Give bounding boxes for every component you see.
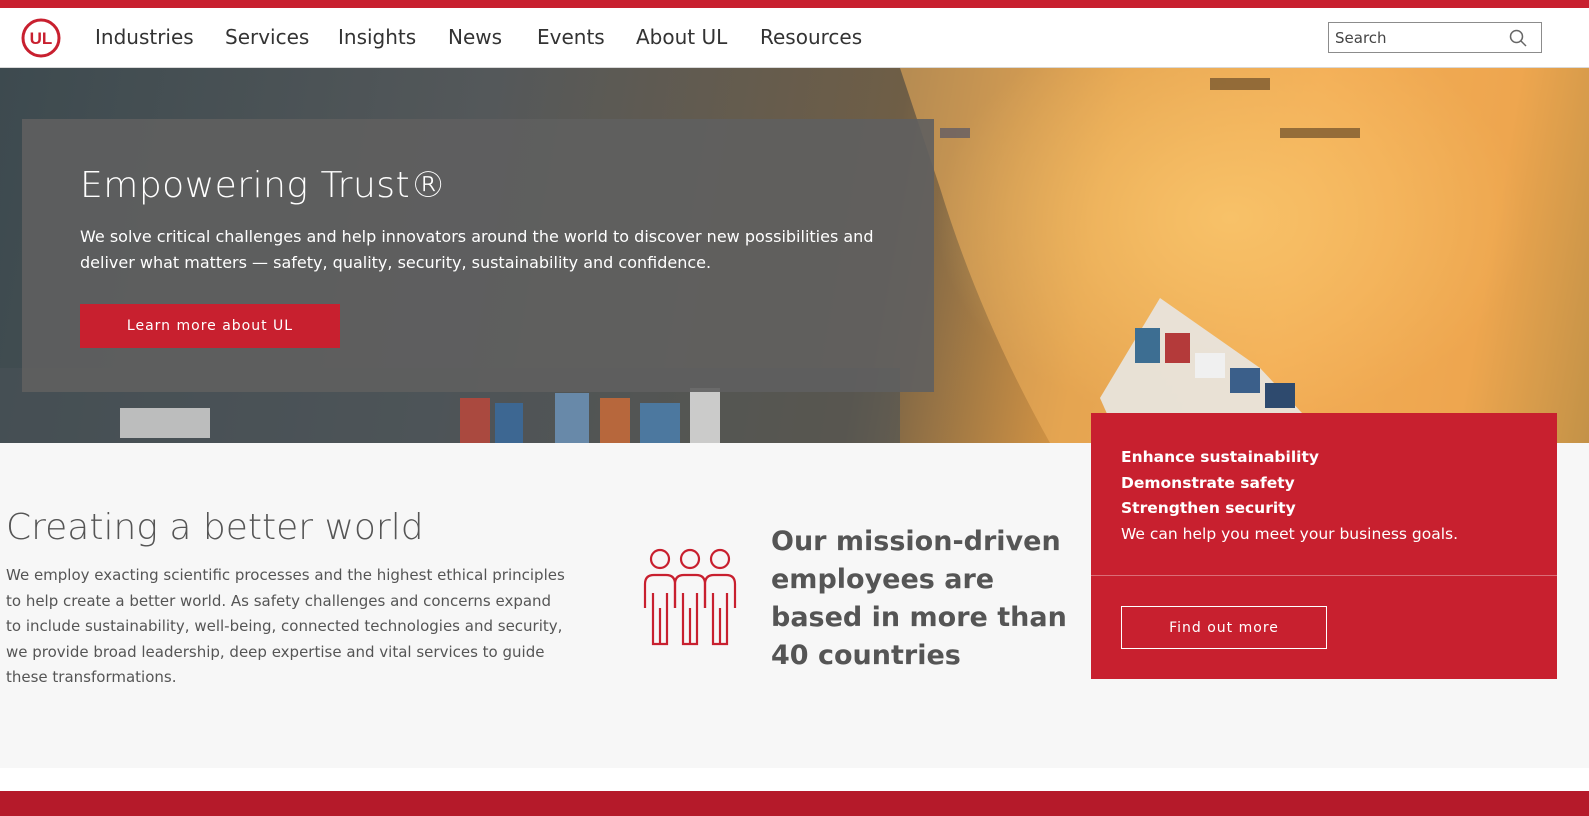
search-input[interactable]: [1329, 23, 1505, 52]
search-icon[interactable]: [1509, 29, 1527, 47]
learn-more-button[interactable]: Learn more about UL: [80, 304, 340, 348]
cta-divider: [1091, 575, 1557, 576]
find-out-more-button[interactable]: Find out more: [1121, 606, 1327, 649]
logo-text: UL: [30, 29, 53, 48]
cta-list: Enhance sustainability Demonstrate safet…: [1121, 445, 1541, 547]
nav-item-services[interactable]: Services: [225, 25, 309, 49]
section-description: We employ exacting scientific processes …: [6, 566, 565, 686]
site-header: UL Industries Services Insights News Eve…: [0, 8, 1589, 68]
people-icon: [643, 548, 737, 646]
nav-item-insights[interactable]: Insights: [338, 25, 416, 49]
top-accent-bar: [0, 0, 1589, 8]
nav-item-industries[interactable]: Industries: [95, 25, 194, 49]
section-title: Creating a better world: [6, 507, 424, 548]
nav-item-about-ul[interactable]: About UL: [636, 25, 727, 49]
hero-banner: Empowering Trust® We solve critical chal…: [0, 68, 1589, 443]
search-box: [1328, 22, 1542, 53]
nav-item-resources[interactable]: Resources: [760, 25, 862, 49]
hero-panel: Empowering Trust® We solve critical chal…: [22, 119, 934, 392]
hero-title: Empowering Trust®: [80, 165, 447, 206]
cta-line-goals: We can help you meet your business goals…: [1121, 524, 1459, 543]
nav-item-news[interactable]: News: [448, 25, 502, 49]
business-goals-card: Enhance sustainability Demonstrate safet…: [1091, 413, 1557, 679]
mission-statement: Our mission-driven employees are based i…: [771, 526, 1067, 671]
nav-item-events[interactable]: Events: [537, 25, 605, 49]
ul-logo[interactable]: UL: [21, 18, 61, 58]
cta-line-security: Strengthen security: [1121, 499, 1296, 517]
hero-description: We solve critical challenges and help in…: [80, 227, 874, 272]
cta-line-safety: Demonstrate safety: [1121, 473, 1295, 492]
footer-accent-bar: [0, 791, 1589, 816]
cta-line-sustainability: Enhance sustainability: [1121, 448, 1319, 466]
